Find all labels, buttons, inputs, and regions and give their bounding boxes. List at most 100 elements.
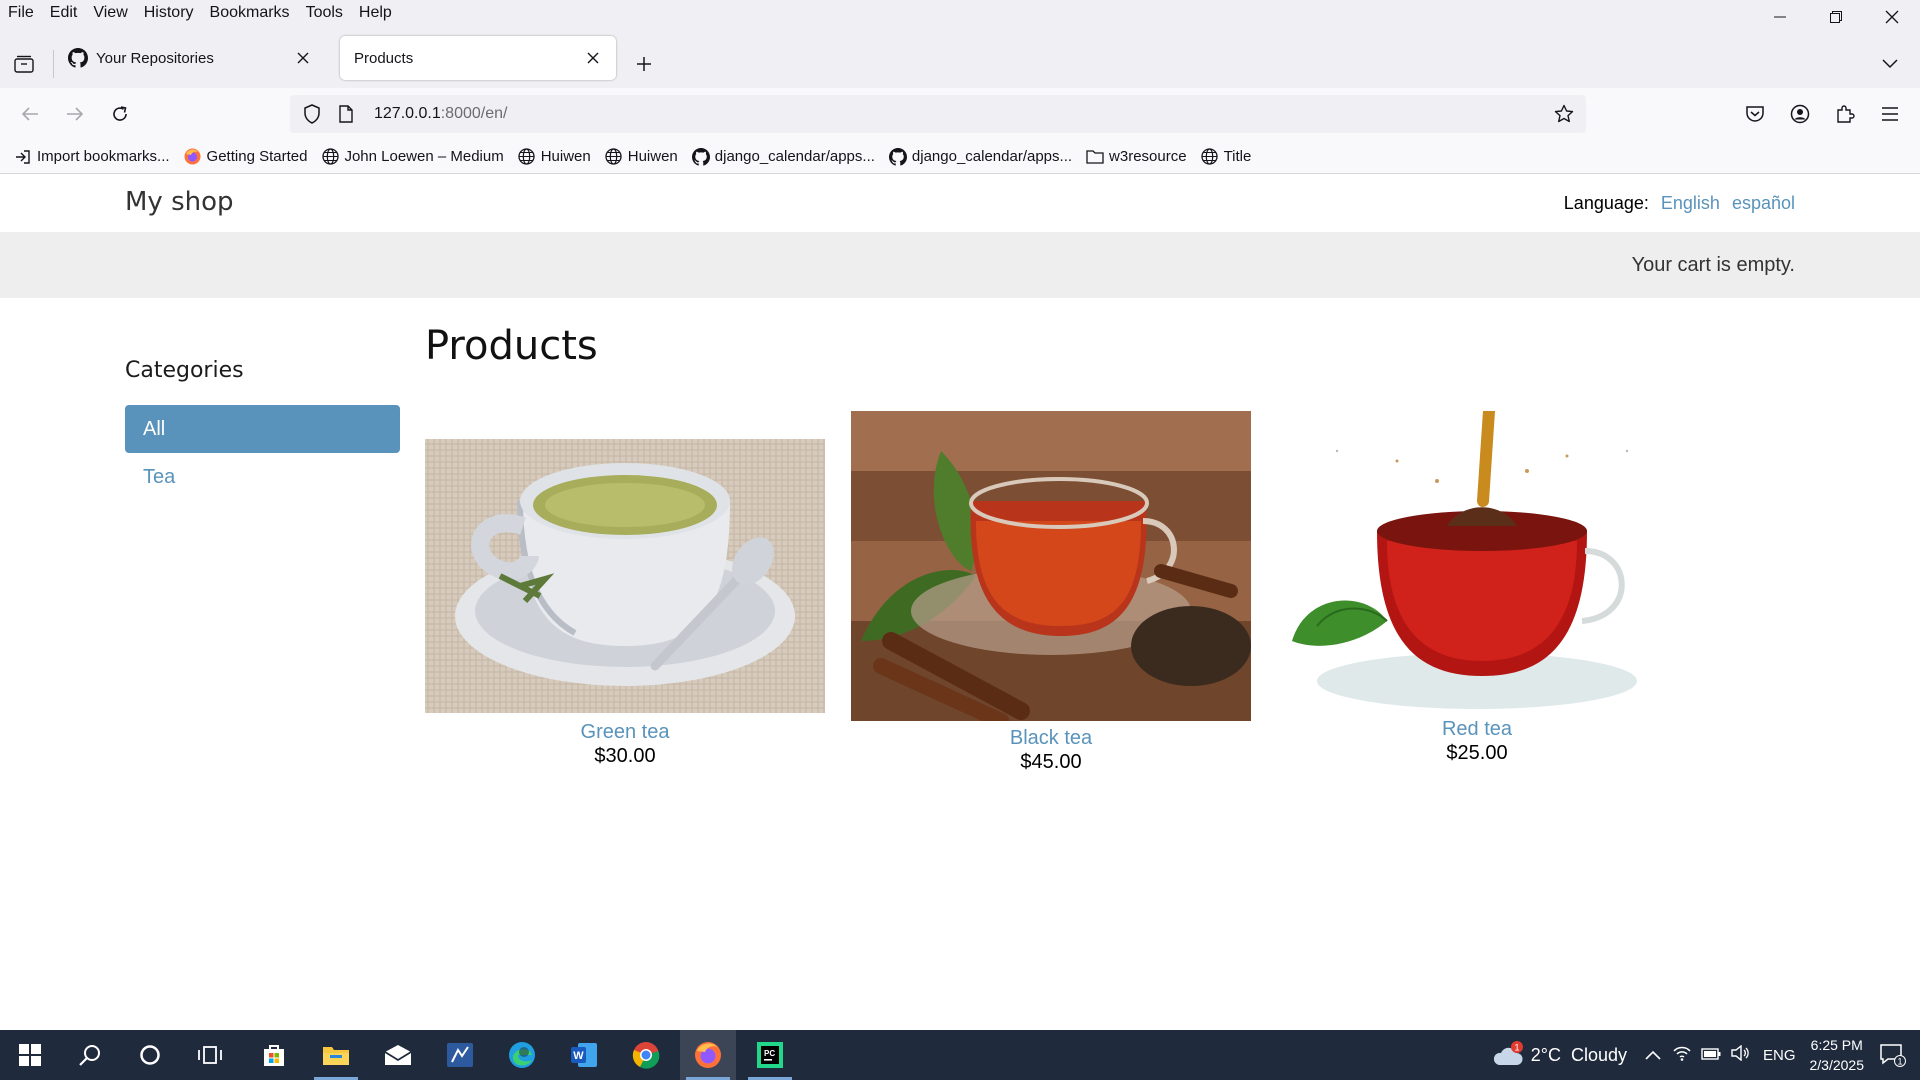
chrome-app[interactable] [618,1030,674,1080]
globe-icon [1201,148,1219,166]
file-explorer-app[interactable] [308,1030,364,1080]
bookmark-django-calendar-2[interactable]: django_calendar/apps... [888,147,1072,166]
firefox-icon [695,1042,721,1068]
bookmark-label: Import bookmarks... [37,148,170,165]
edge-icon [509,1042,535,1068]
action-center-button[interactable]: 1 [1880,1043,1906,1067]
store-app[interactable] [246,1030,302,1080]
product-name-green-tea[interactable]: Green tea [425,721,825,744]
cortana-icon [140,1045,160,1065]
menu-view[interactable]: View [85,4,135,22]
bookmark-django-calendar-1[interactable]: django_calendar/apps... [691,147,875,166]
products-section: Products Green tea $30.00 Black tea $45.… [425,323,1685,773]
product-price-red-tea: $25.00 [1446,742,1508,764]
categories-heading: Categories [125,358,244,383]
language-spanish-link[interactable]: español [1732,193,1795,214]
network-button[interactable] [1673,1045,1691,1065]
search-button[interactable] [62,1030,118,1080]
firefox-app[interactable] [680,1030,736,1080]
product-image-red-tea[interactable] [1277,411,1677,721]
tab-manager-button[interactable] [10,50,38,78]
github-icon [888,147,907,166]
shield-icon[interactable] [298,100,326,128]
show-hidden-icons-button[interactable] [1645,1047,1661,1064]
start-button[interactable] [2,1030,58,1080]
bookmark-john-loewen[interactable]: John Loewen – Medium [321,148,504,166]
clock-time: 6:25 PM [1810,1037,1863,1053]
product-image-black-tea[interactable] [851,411,1251,721]
forward-button[interactable] [57,96,93,132]
menu-file[interactable]: File [0,4,42,22]
task-view-button[interactable] [182,1030,238,1080]
bookmark-title[interactable]: Title [1201,148,1251,166]
menu-bookmarks[interactable]: Bookmarks [202,4,298,22]
menu-edit[interactable]: Edit [42,4,86,22]
clock[interactable]: 6:25 PM 2/3/2025 [1810,1035,1865,1075]
extensions-button[interactable] [1822,96,1867,132]
new-tab-button[interactable] [628,48,660,80]
bookmark-label: Getting Started [206,148,308,165]
product-name-black-tea[interactable]: Black tea [851,727,1251,750]
windows-logo-icon [19,1044,41,1066]
edge-app[interactable] [494,1030,550,1080]
folder-icon [323,1047,349,1065]
bookmark-import[interactable]: Import bookmarks... [14,148,170,166]
microsoft-store-icon [264,1045,284,1066]
input-language[interactable]: ENG [1763,1047,1796,1064]
reload-button[interactable] [102,96,138,132]
list-all-tabs-button[interactable] [1874,48,1906,80]
star-icon [1554,104,1574,123]
menu-history[interactable]: History [136,4,202,22]
tab-your-repositories[interactable]: Your Repositories [56,36,326,80]
menu-help[interactable]: Help [351,4,400,22]
bookmark-label: Huiwen [627,148,678,165]
close-icon [1885,10,1899,24]
battery-button[interactable] [1701,1047,1721,1064]
site-logo[interactable]: My shop [125,187,234,217]
bookmark-w3resource[interactable]: w3resource [1086,148,1187,166]
app-menu-button[interactable] [1867,96,1912,132]
weather-widget[interactable]: 1 2°C Cloudy [1491,1041,1627,1069]
close-icon [297,52,309,64]
page-icon[interactable] [332,100,360,128]
bookmark-huiwen-2[interactable]: Huiwen [605,148,678,166]
bookmark-huiwen-1[interactable]: Huiwen [518,148,591,166]
cortana-button[interactable] [122,1030,178,1080]
bookmark-getting-started[interactable]: Getting Started [184,148,308,166]
word-icon: W [571,1043,597,1067]
tab-products[interactable]: Products [340,36,616,80]
category-tea[interactable]: Tea [125,453,400,501]
weather-text: 2°C Cloudy [1530,1044,1627,1065]
language-label: Language: [1563,193,1649,213]
pocket-icon [1745,106,1764,122]
url-text[interactable]: 127.0.0.1:8000/en/ [374,105,507,123]
back-button[interactable] [12,96,48,132]
product-card-green-tea: Green tea $30.00 [425,411,825,768]
restore-icon [1830,11,1842,23]
language-english-link[interactable]: English [1661,193,1720,214]
account-icon [1790,104,1809,124]
language-selector: Language: English español [1564,193,1795,214]
volume-button[interactable] [1731,1044,1749,1065]
page-viewport: My shop Language: English español Your c… [0,175,1920,1030]
tab-close-button[interactable] [582,47,604,69]
category-all[interactable]: All [125,405,400,453]
bookmark-label: Huiwen [540,148,591,165]
categories-sidebar: Categories All Tea [125,358,400,501]
menu-tools[interactable]: Tools [298,4,351,22]
bookmark-star-button[interactable] [1550,100,1578,128]
reload-icon [113,106,127,121]
product-image-green-tea[interactable] [425,411,825,721]
account-button[interactable] [1777,96,1822,132]
pycharm-app[interactable]: PC [742,1030,798,1080]
bookmark-label: w3resource [1109,148,1187,165]
word-app[interactable]: W [556,1030,612,1080]
remote-desktop-app[interactable] [432,1030,488,1080]
chevron-up-icon [1645,1050,1661,1060]
url-bar[interactable]: 127.0.0.1:8000/en/ [290,95,1586,133]
tab-separator [53,50,54,78]
tab-close-button[interactable] [292,47,314,69]
mail-app[interactable] [370,1030,426,1080]
pocket-button[interactable] [1732,96,1777,132]
product-name-red-tea[interactable]: Red tea [1277,718,1677,741]
